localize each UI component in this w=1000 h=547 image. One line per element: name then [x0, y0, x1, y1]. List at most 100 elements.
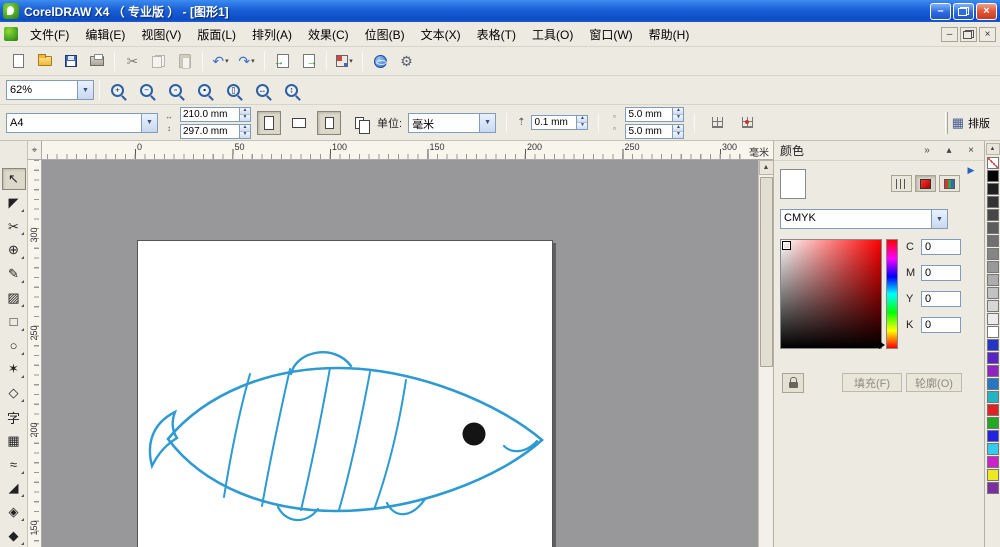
- vertical-scrollbar[interactable]: ▲: [758, 160, 774, 547]
- layout-toolbar[interactable]: ▦ 排版: [944, 111, 994, 134]
- zoom-level-input[interactable]: [7, 81, 77, 99]
- menu-item-layout[interactable]: 版面(L): [189, 23, 244, 46]
- scrollbar-thumb[interactable]: [759, 177, 773, 367]
- menu-item-bitmaps[interactable]: 位图(B): [357, 23, 413, 46]
- channel-input-k[interactable]: [921, 317, 961, 333]
- document-icon[interactable]: [4, 27, 18, 41]
- palette-swatch[interactable]: [986, 339, 999, 351]
- minimize-button[interactable]: –: [930, 2, 951, 20]
- portrait-button[interactable]: [257, 110, 281, 135]
- menu-item-tools[interactable]: 工具(O): [524, 23, 581, 46]
- spin-down-icon[interactable]: ▼: [673, 113, 684, 121]
- duplicate-y-spin[interactable]: ▲▼: [625, 123, 685, 139]
- smart-fill-tool[interactable]: ▨: [2, 287, 26, 309]
- ellipse-tool[interactable]: ○: [2, 335, 26, 357]
- palette-swatch[interactable]: [986, 170, 999, 182]
- document-minimize-button[interactable]: –: [941, 26, 958, 42]
- title-bar[interactable]: CorelDRAW X4 （ 专业版 ） - [图形1] – ×: [0, 0, 1000, 22]
- eyedropper-tool[interactable]: ◢: [2, 478, 26, 500]
- dropdown-arrow-icon[interactable]: ▾: [251, 57, 255, 65]
- outline-button[interactable]: 轮廓(O): [906, 373, 962, 392]
- palette-swatch[interactable]: [986, 209, 999, 221]
- channel-input-m[interactable]: [921, 265, 961, 281]
- menu-item-effects[interactable]: 效果(C): [300, 23, 357, 46]
- dynamic-guides-button[interactable]: [735, 111, 759, 135]
- zoom-tool[interactable]: ⊕: [2, 239, 26, 261]
- dropdown-arrow-icon[interactable]: ▾: [225, 57, 229, 65]
- chevron-down-icon[interactable]: ▼: [77, 81, 93, 99]
- copy-button[interactable]: [146, 49, 171, 73]
- paper-height-input[interactable]: [181, 124, 239, 138]
- palette-swatch[interactable]: [986, 456, 999, 468]
- color-picker-square[interactable]: [780, 239, 882, 349]
- palette-swatch[interactable]: [986, 443, 999, 455]
- welcome-screen-button[interactable]: [368, 49, 393, 73]
- save-button[interactable]: [58, 49, 83, 73]
- paper-size-combo[interactable]: ▼: [6, 112, 158, 133]
- document-page[interactable]: [137, 240, 553, 547]
- zoom-to-page-button[interactable]: ▯: [221, 78, 246, 102]
- chevron-down-icon[interactable]: ▼: [141, 113, 157, 132]
- palette-swatch[interactable]: [986, 183, 999, 195]
- menu-item-text[interactable]: 文本(X): [413, 23, 469, 46]
- palette-swatch[interactable]: [986, 248, 999, 260]
- duplicate-x-input[interactable]: [626, 107, 673, 121]
- import-button[interactable]: [270, 49, 295, 73]
- crop-tool[interactable]: ✂: [2, 216, 26, 238]
- docker-close-icon[interactable]: ×: [964, 145, 978, 156]
- landscape-button[interactable]: [287, 111, 311, 135]
- dropdown-arrow-icon[interactable]: ▾: [349, 57, 353, 65]
- nudge-spin[interactable]: ▲▼: [531, 115, 589, 130]
- freehand-tool[interactable]: ✎: [2, 263, 26, 285]
- hue-bar[interactable]: [886, 239, 898, 349]
- palette-swatch[interactable]: [986, 378, 999, 390]
- docker-flyout-icon[interactable]: ▶: [964, 163, 978, 177]
- shape-tool[interactable]: ◤: [2, 192, 26, 214]
- palette-swatch[interactable]: [986, 404, 999, 416]
- outline-tool[interactable]: ◈: [2, 501, 26, 523]
- chevron-down-icon[interactable]: ▼: [931, 210, 947, 228]
- color-viewers-button[interactable]: [915, 175, 936, 192]
- app-launcher-button[interactable]: ▾: [332, 49, 357, 73]
- palette-swatch[interactable]: [986, 287, 999, 299]
- document-close-button[interactable]: ×: [979, 26, 996, 42]
- zoom-level-combo[interactable]: ▼: [6, 80, 94, 100]
- snap-to-grid-button[interactable]: [705, 111, 729, 135]
- table-tool[interactable]: ▦: [2, 430, 26, 452]
- docker-chevrons-icon[interactable]: »: [920, 145, 934, 156]
- palette-swatch[interactable]: [986, 365, 999, 377]
- fish-drawing[interactable]: [138, 241, 554, 547]
- palette-swatch[interactable]: [986, 222, 999, 234]
- zoom-all-objects-button[interactable]: ▪: [192, 78, 217, 102]
- palette-swatch[interactable]: [986, 300, 999, 312]
- color-palettes-button[interactable]: [939, 175, 960, 192]
- paper-size-input[interactable]: [7, 113, 141, 132]
- basic-shapes-tool[interactable]: ◇: [2, 382, 26, 404]
- export-button[interactable]: [296, 49, 321, 73]
- lock-button[interactable]: [782, 373, 804, 393]
- document-restore-button[interactable]: [960, 26, 977, 42]
- menu-item-help[interactable]: 帮助(H): [641, 23, 698, 46]
- menu-item-edit[interactable]: 编辑(E): [77, 23, 133, 46]
- toolbar-grip[interactable]: [944, 111, 948, 134]
- spin-down-icon[interactable]: ▼: [240, 113, 250, 121]
- zoom-out-button[interactable]: −: [134, 78, 159, 102]
- redo-button[interactable]: ↷ ▾: [234, 49, 259, 73]
- close-button[interactable]: ×: [976, 2, 997, 20]
- horizontal-ruler[interactable]: 毫米 0 50 100 150 200 250 300: [42, 141, 773, 160]
- scroll-up-icon[interactable]: ▲: [758, 160, 774, 175]
- channel-input-y[interactable]: [921, 291, 961, 307]
- duplicate-y-input[interactable]: [626, 124, 673, 138]
- duplicate-x-spin[interactable]: ▲▼: [625, 106, 685, 122]
- menu-item-file[interactable]: 文件(F): [22, 23, 77, 46]
- palette-swatch[interactable]: [986, 469, 999, 481]
- units-combo[interactable]: 毫米 ▼: [408, 112, 497, 133]
- spin-down-icon[interactable]: ▼: [240, 130, 250, 138]
- cut-button[interactable]: ✂: [120, 49, 145, 73]
- palette-swatch[interactable]: [986, 391, 999, 403]
- palette-swatch[interactable]: [986, 196, 999, 208]
- palette-swatch[interactable]: [986, 352, 999, 364]
- zoom-in-button[interactable]: +: [105, 78, 130, 102]
- palette-swatch[interactable]: [986, 274, 999, 286]
- docker-collapse-icon[interactable]: ▴: [942, 145, 956, 156]
